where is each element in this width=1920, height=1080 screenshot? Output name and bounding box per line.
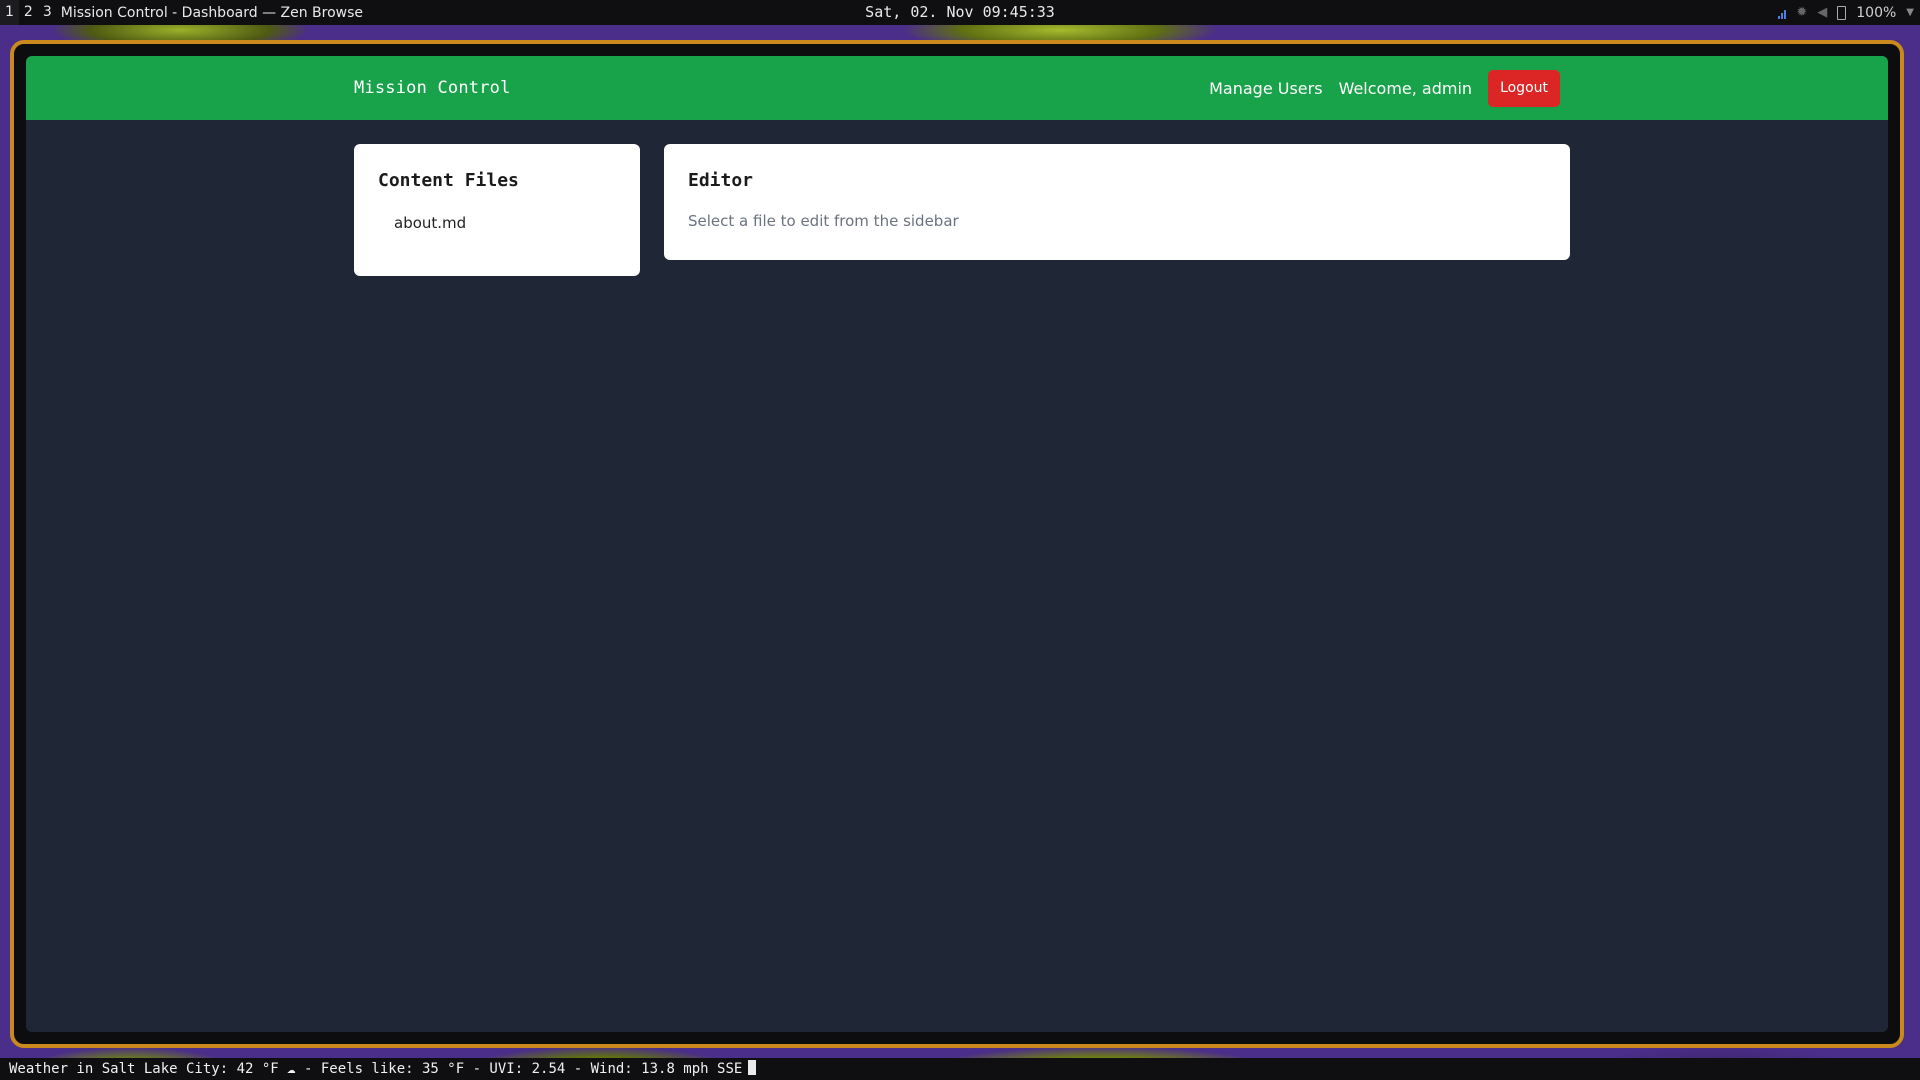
network-signal-icon[interactable] xyxy=(1778,7,1787,19)
battery-percentage: 100% xyxy=(1856,4,1897,21)
file-item-about-md[interactable]: about.md xyxy=(378,210,616,236)
content-files-title: Content Files xyxy=(378,170,519,191)
editor-empty-hint: Select a file to edit from the sidebar xyxy=(688,212,959,230)
workspace-switcher: 1 2 3 xyxy=(0,0,57,25)
welcome-text: Welcome, admin xyxy=(1338,78,1473,98)
app-navbar: Mission Control Manage Users Welcome, ad… xyxy=(26,56,1888,120)
browser-window: Mission Control Manage Users Welcome, ad… xyxy=(10,40,1904,1048)
window-title: Mission Control - Dashboard — Zen Browse xyxy=(60,4,364,21)
logout-button[interactable]: Logout xyxy=(1488,69,1560,107)
editor-panel: Editor Select a file to edit from the si… xyxy=(664,144,1570,260)
navbar-actions: Manage Users Welcome, admin Logout xyxy=(1209,56,1560,120)
text-cursor xyxy=(748,1060,757,1075)
file-list: about.md xyxy=(378,210,616,236)
system-top-bar: 1 2 3 Mission Control - Dashboard — Zen … xyxy=(0,0,1920,25)
app-brand[interactable]: Mission Control xyxy=(354,56,511,120)
workspace-3[interactable]: 3 xyxy=(38,0,57,25)
volume-muted-icon[interactable]: ◀ xyxy=(1817,5,1827,20)
workspace-2[interactable]: 2 xyxy=(19,0,38,25)
weather-status: Weather in Salt Lake City: 42 °F ☁ - Fee… xyxy=(9,1061,743,1077)
page-viewport: Mission Control Manage Users Welcome, ad… xyxy=(26,56,1888,1032)
manage-users-link[interactable]: Manage Users xyxy=(1209,79,1322,98)
system-tray: ✹ ◀ 100% ▼ xyxy=(1778,0,1914,25)
battery-icon xyxy=(1837,5,1847,20)
brightness-icon[interactable]: ✹ xyxy=(1796,5,1807,20)
dashboard-main: Content Files about.md Editor Select a f… xyxy=(354,144,1572,276)
content-files-panel: Content Files about.md xyxy=(354,144,640,276)
system-bottom-bar: Weather in Salt Lake City: 42 °F ☁ - Fee… xyxy=(0,1058,1920,1080)
editor-title: Editor xyxy=(688,170,754,191)
workspace-1[interactable]: 1 xyxy=(0,0,19,25)
tray-menu-chevron-icon[interactable]: ▼ xyxy=(1906,7,1914,18)
